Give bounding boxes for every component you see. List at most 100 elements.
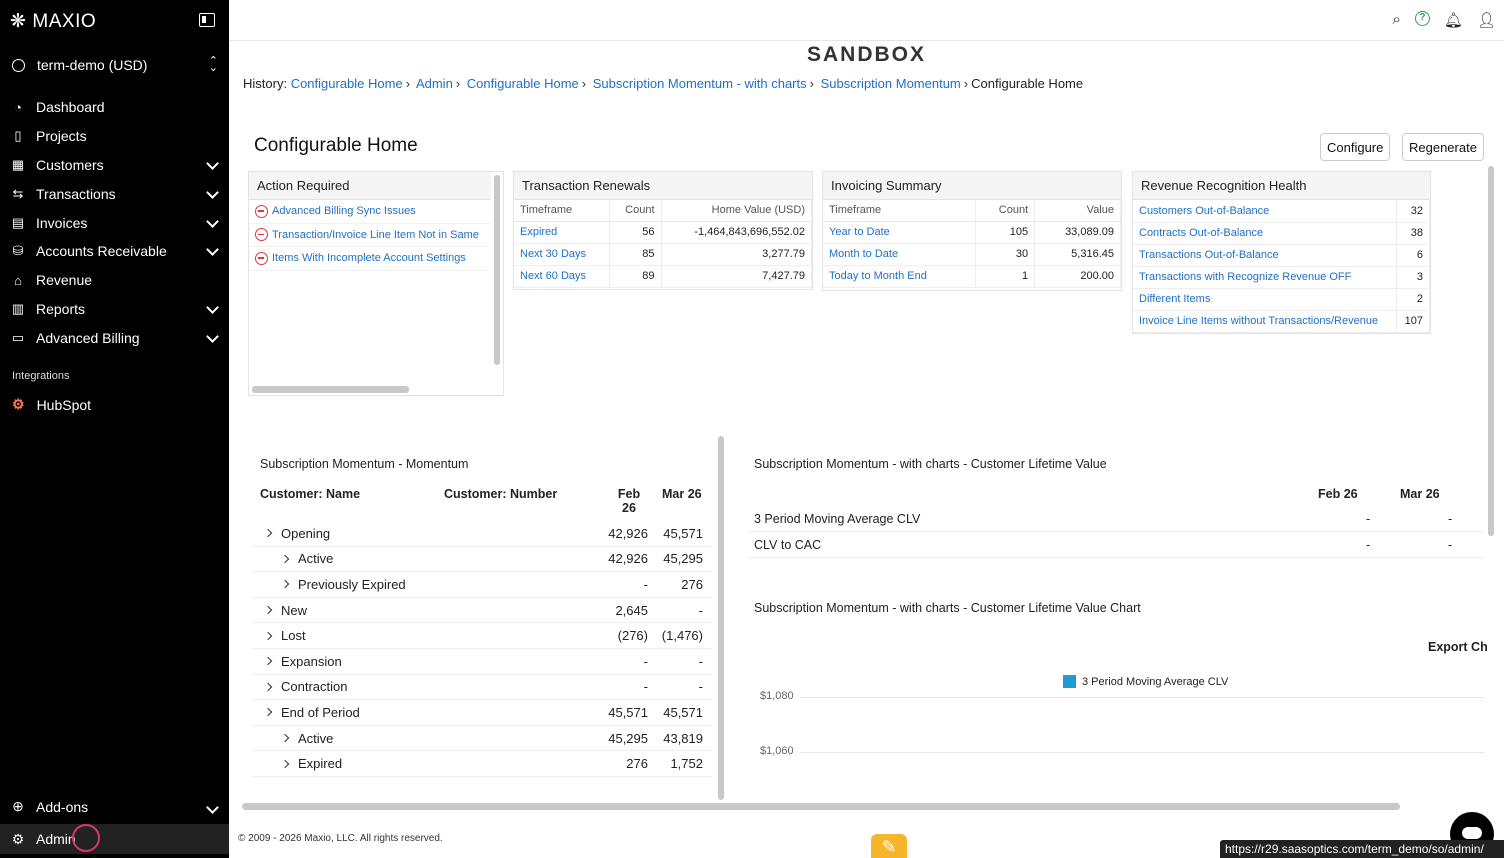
chevron-right-icon[interactable] bbox=[263, 657, 273, 666]
sidebar-collapse-icon[interactable] bbox=[199, 13, 215, 27]
widget-title: Action Required bbox=[249, 172, 491, 200]
vertical-scrollbar[interactable] bbox=[494, 175, 500, 365]
table-row[interactable]: Contraction - - bbox=[252, 675, 712, 701]
row-link[interactable]: Transactions Out-of-Balance bbox=[1133, 244, 1398, 267]
chevron-down-icon bbox=[206, 214, 219, 229]
row-label: New bbox=[281, 602, 308, 618]
chevron-right-icon[interactable] bbox=[263, 605, 273, 615]
row-link[interactable]: Year to Date bbox=[823, 221, 977, 244]
row-link[interactable]: Invoice Line Items without Transactions/… bbox=[1133, 310, 1398, 333]
sidebar-item-revenue[interactable]: ⌂ Revenue bbox=[0, 266, 229, 295]
page-vertical-scrollbar[interactable] bbox=[1488, 166, 1494, 536]
minus-circle-icon bbox=[255, 251, 268, 265]
sidebar-item-admin[interactable]: ⚙ Admin bbox=[0, 824, 229, 854]
row-link[interactable]: Next 60 Days bbox=[514, 265, 610, 288]
table-cell: 32 bbox=[1396, 200, 1430, 223]
chart-legend[interactable]: 3 Period Moving Average CLV bbox=[1063, 675, 1228, 688]
table-cell: 107 bbox=[1396, 310, 1430, 333]
table-row[interactable]: Active 45,295 43,819 bbox=[252, 726, 712, 752]
table-row[interactable]: End of Period 45,571 45,571 bbox=[252, 700, 712, 726]
row-link[interactable]: Next 30 Days bbox=[514, 243, 610, 266]
help-icon[interactable]: ? bbox=[1414, 11, 1430, 26]
coins-icon: ⛁ bbox=[12, 243, 24, 259]
row-link[interactable]: Different Items bbox=[1133, 288, 1398, 311]
chevron-right-icon[interactable] bbox=[263, 631, 273, 640]
mar-value: 1,752 bbox=[670, 756, 703, 772]
sidebar-item-dashboard[interactable]: ◔ Dashboard bbox=[0, 93, 229, 122]
horizontal-scrollbar[interactable] bbox=[252, 386, 409, 393]
action-item[interactable]: Items With Incomplete Account Settings bbox=[249, 247, 491, 271]
sidebar-item-hubspot[interactable]: ⚙ HubSpot bbox=[12, 396, 91, 413]
chevron-right-icon[interactable] bbox=[263, 682, 273, 692]
mar-value: 45,571 bbox=[663, 704, 703, 720]
table-row: Today to Month End 1 200.00 bbox=[823, 265, 1121, 288]
sidebar-item-label: Accounts Receivable bbox=[36, 243, 167, 260]
clv-col-mar: Mar 26 bbox=[1400, 487, 1440, 501]
table-row[interactable]: Expired 276 1,752 bbox=[252, 751, 712, 777]
row-link[interactable]: Transactions with Recognize Revenue OFF bbox=[1133, 266, 1398, 289]
history-link[interactable]: Subscription Momentum bbox=[821, 76, 961, 91]
table-row[interactable]: Opening 42,926 45,571 bbox=[252, 521, 712, 547]
sidebar-item-projects[interactable]: ▯ Projects bbox=[0, 122, 229, 151]
sidebar-item-advanced-billing[interactable]: ▭ Advanced Billing bbox=[0, 323, 229, 352]
row-link[interactable]: Expired bbox=[514, 221, 610, 244]
col-feb: Feb 26 bbox=[617, 487, 641, 515]
history-link[interactable]: Subscription Momentum - with charts bbox=[593, 76, 807, 91]
history-link[interactable]: Configurable Home bbox=[467, 76, 579, 91]
row-label: Expansion bbox=[281, 653, 342, 669]
table-row[interactable]: Previously Expired - 276 bbox=[252, 572, 712, 598]
chevron-right-icon[interactable] bbox=[280, 580, 290, 589]
chevron-right-icon[interactable] bbox=[280, 733, 290, 743]
sidebar-item-label: Projects bbox=[36, 128, 87, 145]
action-item-link[interactable]: Transaction/Invoice Line Item Not in Sam… bbox=[272, 229, 479, 241]
row-link[interactable]: Month to Date bbox=[823, 243, 977, 266]
mar-value: - bbox=[698, 679, 703, 695]
col-mar: Mar 26 bbox=[662, 487, 702, 501]
configure-button[interactable]: Configure bbox=[1320, 133, 1391, 161]
user-icon[interactable]: 👤︎ bbox=[1477, 11, 1496, 29]
row-link[interactable]: Customers Out-of-Balance bbox=[1133, 200, 1398, 223]
sidebar-item-invoices[interactable]: ▤ Invoices bbox=[0, 208, 229, 237]
sidebar-item-label: Advanced Billing bbox=[36, 329, 140, 346]
row-link[interactable]: Today to Month End bbox=[823, 265, 977, 288]
panel-vertical-scrollbar[interactable] bbox=[718, 436, 724, 800]
transaction-renewals-widget: Transaction Renewals Timeframe Count Home … bbox=[513, 171, 813, 290]
search-icon[interactable]: ⌕ bbox=[1393, 11, 1401, 29]
bell-icon[interactable]: 🔔︎ bbox=[1444, 11, 1463, 29]
chevron-right-icon[interactable] bbox=[263, 708, 273, 717]
regenerate-button[interactable]: Regenerate bbox=[1402, 133, 1484, 161]
table-row[interactable]: Lost (276) (1,476) bbox=[252, 623, 712, 649]
sidebar-item-accounts-receivable[interactable]: ⛁ Accounts Receivable bbox=[0, 237, 229, 266]
chart-gridline bbox=[800, 697, 1484, 698]
col-customer-number: Customer: Number bbox=[444, 487, 558, 501]
history-link[interactable]: Configurable Home bbox=[291, 76, 403, 91]
chevron-right-icon[interactable] bbox=[280, 554, 290, 564]
horizontal-scrollbar[interactable] bbox=[242, 803, 1400, 810]
mar-value: - bbox=[1448, 537, 1453, 552]
history-link[interactable]: Admin bbox=[416, 76, 453, 91]
sidebar-item-label: Invoices bbox=[36, 214, 88, 231]
export-chart-button[interactable]: Export Ch bbox=[1428, 640, 1488, 654]
table-row: Year to Date 105 33,089.09 bbox=[823, 221, 1121, 244]
table-row[interactable]: Active 42,926 45,295 bbox=[252, 547, 712, 573]
sidebar-item-reports[interactable]: ▥ Reports bbox=[0, 295, 229, 324]
sidebar-item-addons[interactable]: ⊕ Add-ons bbox=[10, 798, 219, 815]
table-row[interactable]: Expansion - - bbox=[252, 649, 712, 675]
logo[interactable]: ❋ MAXIO bbox=[10, 10, 96, 33]
action-item-link[interactable]: Items With Incomplete Account Settings bbox=[272, 252, 466, 264]
sidebar-item-customers[interactable]: ▦ Customers bbox=[0, 151, 229, 180]
table-row[interactable]: New 2,645 - bbox=[252, 598, 712, 624]
table-cell: 105 bbox=[975, 221, 1036, 244]
account-switcher[interactable]: term-demo (USD) ⌃ ⌄ bbox=[10, 56, 218, 74]
chevron-right-icon[interactable] bbox=[280, 759, 290, 768]
chevron-right-icon[interactable] bbox=[263, 529, 273, 538]
action-item[interactable]: Transaction/Invoice Line Item Not in Sam… bbox=[249, 224, 491, 247]
clv-col-feb: Feb 26 bbox=[1318, 487, 1358, 501]
renewals-table: Timeframe Count Home Value (USD) Expired 56-… bbox=[514, 200, 813, 288]
revenue-health-widget: Revenue Recognition Health Customers Out… bbox=[1132, 171, 1431, 334]
pencil-icon[interactable]: ✎ bbox=[871, 834, 907, 858]
action-item-link[interactable]: Advanced Billing Sync Issues bbox=[272, 205, 416, 217]
row-link[interactable]: Contracts Out-of-Balance bbox=[1133, 222, 1398, 245]
sidebar-item-transactions[interactable]: ⇆ Transactions bbox=[0, 179, 229, 208]
action-item[interactable]: Advanced Billing Sync Issues bbox=[249, 200, 491, 224]
